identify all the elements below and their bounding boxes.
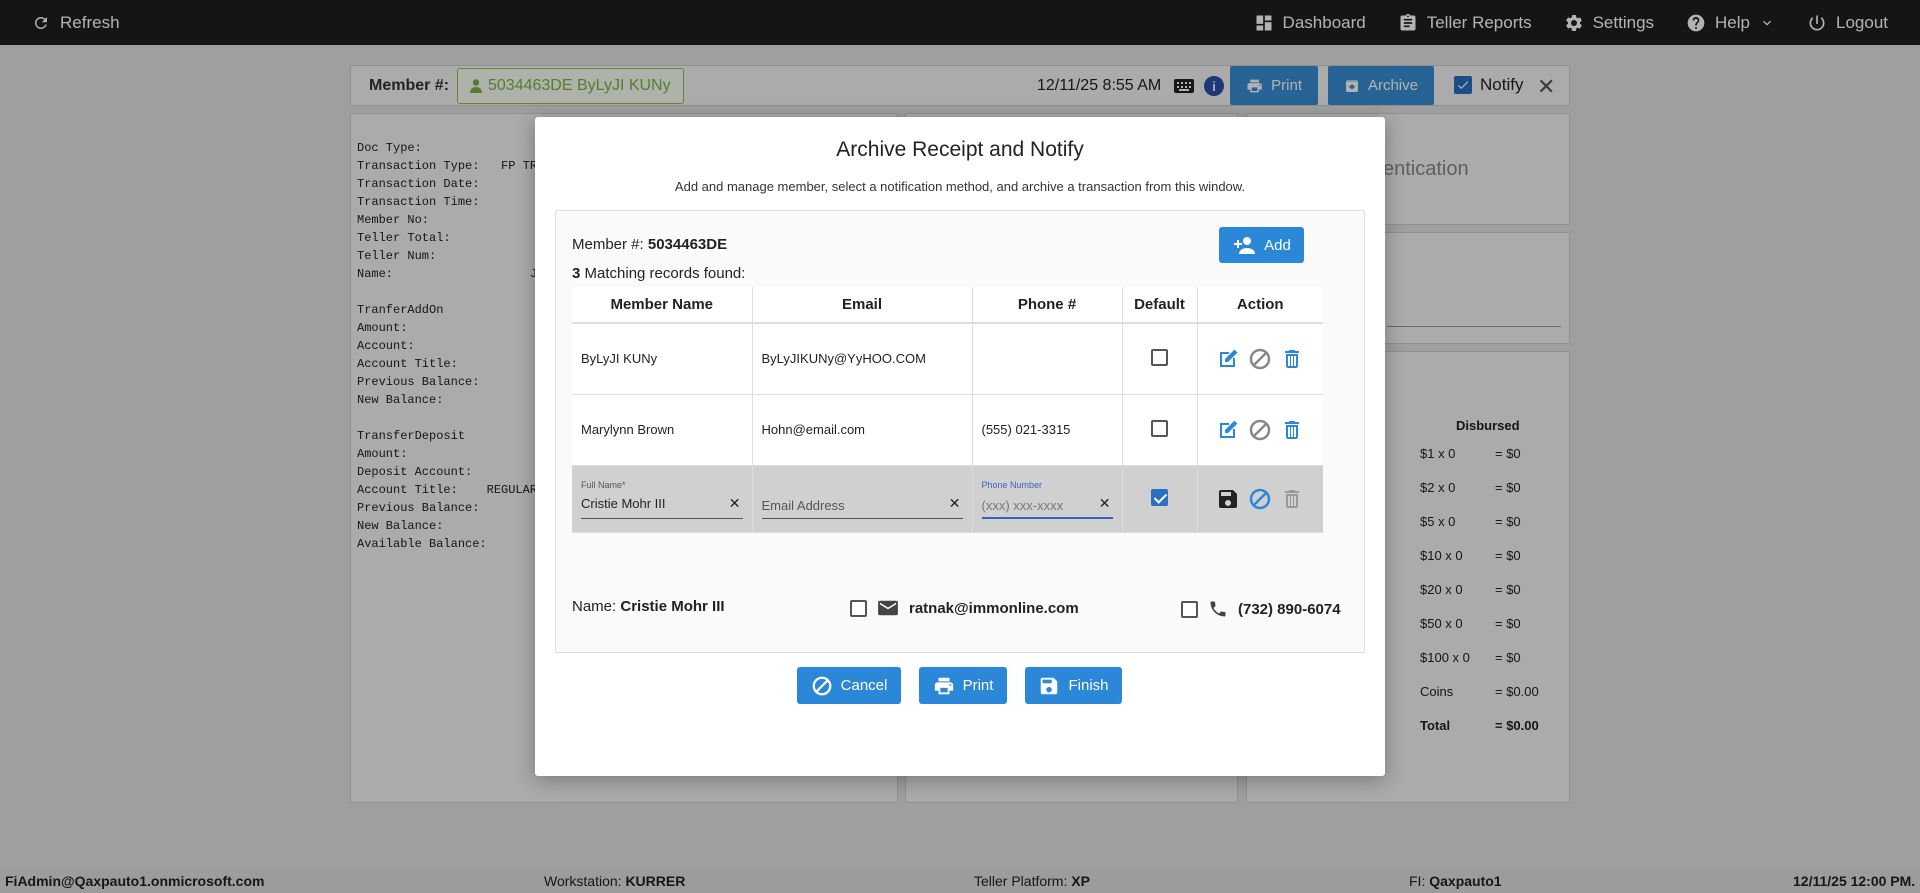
member-name-cell: ByLyJI KUNy (572, 323, 753, 395)
table-row: ByLyJI KUNy ByLyJIKUNy@YyHOO.COM (572, 323, 1323, 395)
dialog-subtitle: Add and manage member, select a notifica… (674, 179, 1246, 194)
add-member-button[interactable]: Add (1219, 227, 1304, 263)
save-icon (1041, 677, 1058, 694)
col-phone: Phone # (972, 287, 1123, 324)
cancel-label: Cancel (840, 677, 888, 694)
selected-name: Name: Cristie Mohr III (572, 598, 725, 615)
col-email: Email (752, 287, 973, 324)
member-name-cell: Marylynn Brown (572, 394, 753, 466)
full-name-label: Full Name* (581, 479, 626, 490)
notify-email-value: ratnak@immonline.com (909, 599, 1079, 617)
printer-icon (934, 677, 953, 694)
cancel-edit-icon[interactable] (1248, 487, 1272, 511)
phone-label: Phone Number (981, 479, 1043, 490)
members-table: Member Name Email Phone # Default Action… (572, 287, 1323, 533)
selected-name-value: Cristie Mohr III (620, 598, 725, 615)
dialog-member-number: 5034463DE (647, 236, 728, 253)
mail-icon (878, 600, 898, 616)
email-input-cell: Email Address ✕ (752, 465, 973, 533)
phone-notify-option: (732) 890-6074 (1181, 599, 1341, 619)
phone-notify-checkbox[interactable] (1181, 600, 1198, 618)
phone-icon (1210, 601, 1226, 617)
full-name-value: Cristie Mohr III (581, 495, 666, 511)
dialog-member-label: Member #: (572, 236, 644, 253)
action-cell (1197, 465, 1323, 533)
phone-placeholder: (xxx) xxx-xxxx (981, 497, 1064, 513)
clear-icon[interactable]: ✕ (949, 495, 961, 512)
col-default: Default (1122, 287, 1198, 324)
finish-button[interactable]: Finish (1025, 667, 1122, 704)
action-cell (1197, 394, 1323, 466)
trash-icon[interactable] (1280, 418, 1304, 442)
block-icon[interactable] (1248, 418, 1272, 442)
email-notify-checkbox[interactable] (850, 599, 867, 617)
phone-field[interactable]: Phone Number (xxx) xxx-xxxx ✕ (981, 479, 1113, 519)
cancel-icon (812, 676, 832, 695)
edit-icon[interactable] (1216, 418, 1240, 442)
archive-notify-dialog: Archive Receipt and Notify Add and manag… (535, 117, 1385, 776)
default-cell (1122, 323, 1198, 395)
trash-icon (1285, 489, 1300, 508)
default-cell (1122, 394, 1198, 466)
trash-icon[interactable] (1280, 347, 1304, 371)
notify-phone-value: (732) 890-6074 (1238, 600, 1341, 618)
dialog-print-button[interactable]: Print (919, 667, 1007, 704)
save-icon[interactable] (1216, 487, 1240, 511)
dialog-print-label: Print (962, 677, 994, 694)
default-checkbox[interactable] (1151, 488, 1168, 506)
edit-row: Full Name* Cristie Mohr III ✕ Email Addr… (572, 465, 1323, 533)
cancel-button[interactable]: Cancel (797, 667, 901, 704)
match-count: 3 (572, 265, 581, 282)
block-icon[interactable] (1248, 347, 1272, 371)
email-cell: Hohn@email.com (752, 394, 973, 466)
name-input-cell: Full Name* Cristie Mohr III ✕ (572, 465, 753, 533)
table-row: Marylynn Brown Hohn@email.com (555) 021-… (572, 394, 1323, 466)
email-placeholder: Email Address (761, 497, 845, 513)
action-cell (1197, 323, 1323, 395)
default-checkbox[interactable] (1151, 348, 1168, 366)
full-name-field[interactable]: Full Name* Cristie Mohr III ✕ (581, 479, 743, 519)
add-person-icon (1234, 237, 1256, 254)
add-member-label: Add (1264, 236, 1291, 254)
dialog-member: Member #: 5034463DE (572, 236, 727, 253)
edit-icon[interactable] (1216, 347, 1240, 371)
default-checkbox[interactable] (1151, 419, 1168, 437)
phone-cell (972, 323, 1123, 395)
email-cell: ByLyJIKUNy@YyHOO.COM (752, 323, 973, 395)
finish-label: Finish (1068, 677, 1109, 694)
phone-input-cell: Phone Number (xxx) xxx-xxxx ✕ (972, 465, 1123, 533)
default-cell (1122, 465, 1198, 533)
email-field[interactable]: Email Address ✕ (761, 479, 963, 519)
col-member-name: Member Name (572, 287, 753, 324)
dialog-content: Member #: 5034463DE 3 Matching records f… (555, 210, 1365, 653)
matching-records: 3 Matching records found: (572, 265, 745, 282)
col-action: Action (1197, 287, 1323, 324)
selected-name-label: Name: (572, 598, 617, 615)
clear-icon[interactable]: ✕ (729, 495, 741, 512)
match-text: Matching records found: (584, 265, 746, 282)
email-notify-option: ratnak@immonline.com (850, 599, 1079, 617)
dialog-title: Archive Receipt and Notify (836, 138, 1084, 161)
phone-cell: (555) 021-3315 (972, 394, 1123, 466)
clear-icon[interactable]: ✕ (1099, 495, 1111, 512)
